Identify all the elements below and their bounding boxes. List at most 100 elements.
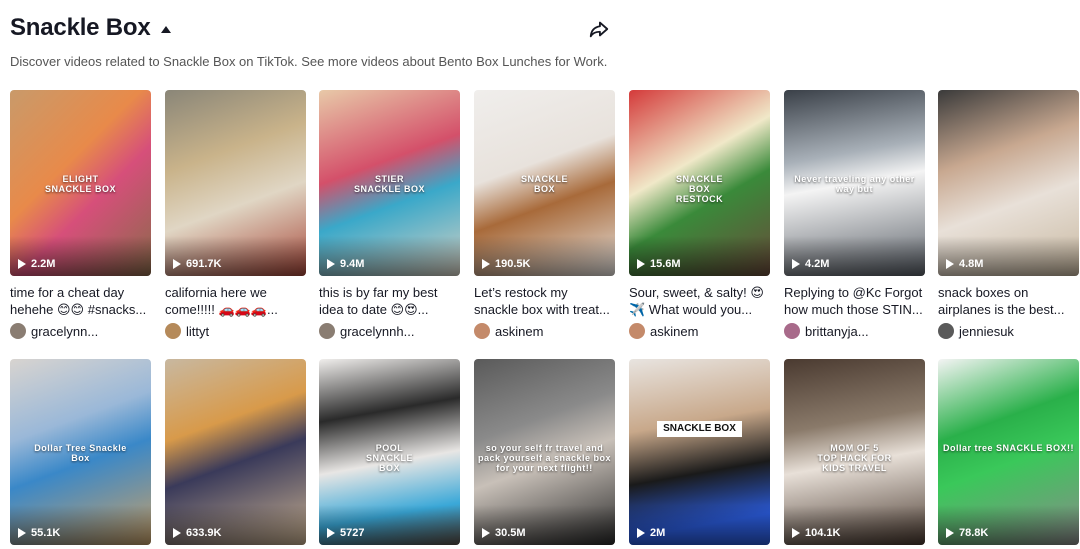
video-caption[interactable]: snack boxes on airplanes is the best... — [938, 284, 1079, 318]
video-card[interactable]: Never traveling any other way but 4.2M Rep… — [784, 90, 925, 339]
play-icon — [792, 528, 800, 538]
video-author[interactable]: gracelynnh... — [319, 323, 460, 339]
author-name[interactable]: jenniesuk — [959, 324, 1014, 339]
video-thumbnail[interactable]: so your self fr travel and pack yourself… — [474, 359, 615, 545]
view-count-text: 2M — [650, 527, 666, 539]
video-caption[interactable]: Replying to @Kc Forgot how much those ST… — [784, 284, 925, 318]
thumbnail-overlay-text: ELIGHT SNACKLE BOX — [44, 174, 116, 194]
video-card[interactable]: Dollar Tree Snackle Box 55.1K — [10, 359, 151, 545]
view-count-text: 78.8K — [959, 527, 989, 539]
video-card[interactable]: 691.7K california here we come!!!!! 🚗🚗🚗..… — [165, 90, 306, 339]
thumbnail-overlay-text: Dollar tree SNACKLE BOX!! — [942, 443, 1075, 453]
view-count: 5727 — [327, 527, 364, 539]
avatar[interactable] — [784, 323, 800, 339]
video-thumbnail[interactable]: STIER SNACKLE BOX 9.4M — [319, 90, 460, 276]
video-thumbnail[interactable]: 633.9K — [165, 359, 306, 545]
video-card[interactable]: SNACKLE BOX 2M — [629, 359, 770, 545]
view-count: 2.2M — [18, 258, 55, 270]
video-thumbnail[interactable]: Dollar tree SNACKLE BOX!! 78.8K — [938, 359, 1079, 545]
video-card[interactable]: SNACKLE BOX 190.5K Let’s restock my snackl… — [474, 90, 615, 339]
thumbnail-shade — [474, 236, 615, 276]
video-thumbnail[interactable]: 691.7K — [165, 90, 306, 276]
avatar[interactable] — [938, 323, 954, 339]
video-author[interactable]: askinem — [474, 323, 615, 339]
video-card[interactable]: 633.9K — [165, 359, 306, 545]
video-card[interactable]: ELIGHT SNACKLE BOX 2.2M time for a cheat d… — [10, 90, 151, 339]
view-count-text: 633.9K — [186, 527, 222, 539]
author-name[interactable]: askinem — [495, 324, 543, 339]
play-icon — [946, 259, 954, 269]
thumbnail-shade — [10, 505, 151, 545]
video-author[interactable]: jenniesuk — [938, 323, 1079, 339]
video-caption[interactable]: Let’s restock my snackle box with treat.… — [474, 284, 615, 318]
video-author[interactable]: askinem — [629, 323, 770, 339]
play-icon — [327, 528, 335, 538]
thumbnail-overlay-text: MOM OF 5 TOP HACK FOR KIDS TRAVEL — [817, 443, 892, 473]
play-icon — [173, 259, 181, 269]
video-author[interactable]: gracelynn... — [10, 323, 151, 339]
video-card[interactable]: 4.8M snack boxes on airplanes is the best… — [938, 90, 1079, 339]
play-icon — [18, 528, 26, 538]
video-caption[interactable]: california here we come!!!!! 🚗🚗🚗... — [165, 284, 306, 318]
view-count-text: 4.2M — [805, 258, 830, 270]
video-thumbnail[interactable]: POOL SNACKLE BOX 5727 — [319, 359, 460, 545]
share-icon[interactable] — [588, 18, 610, 40]
video-caption[interactable]: Sour, sweet, & salty! 😍✈️ What would you… — [629, 284, 770, 318]
thumbnail-shade — [784, 236, 925, 276]
thumbnail-shade — [165, 505, 306, 545]
view-count: 633.9K — [173, 527, 221, 539]
thumbnail-overlay-text: SNACKLE BOX — [629, 421, 770, 437]
video-thumbnail[interactable]: MOM OF 5 TOP HACK FOR KIDS TRAVEL 104.1K — [784, 359, 925, 545]
author-name[interactable]: gracelynnh... — [340, 324, 414, 339]
video-thumbnail[interactable]: ELIGHT SNACKLE BOX 2.2M — [10, 90, 151, 276]
view-count: 4.2M — [792, 258, 829, 270]
video-thumbnail[interactable]: Dollar Tree Snackle Box 55.1K — [10, 359, 151, 545]
thumbnail-overlay-text: POOL SNACKLE BOX — [365, 443, 413, 473]
avatar[interactable] — [629, 323, 645, 339]
play-icon — [637, 259, 645, 269]
author-name[interactable]: askinem — [650, 324, 698, 339]
thumbnail-shade — [319, 505, 460, 545]
video-thumbnail[interactable]: SNACKLE BOX 190.5K — [474, 90, 615, 276]
video-card[interactable]: so your self fr travel and pack yourself… — [474, 359, 615, 545]
view-count-text: 30.5M — [495, 527, 526, 539]
thumbnail-shade — [319, 236, 460, 276]
video-author[interactable]: littyt — [165, 323, 306, 339]
video-card[interactable]: Dollar tree SNACKLE BOX!! 78.8K — [938, 359, 1079, 545]
play-icon — [792, 259, 800, 269]
thumbnail-shade — [474, 505, 615, 545]
video-card[interactable]: MOM OF 5 TOP HACK FOR KIDS TRAVEL 104.1K — [784, 359, 925, 545]
play-icon — [327, 259, 335, 269]
play-icon — [18, 259, 26, 269]
avatar[interactable] — [165, 323, 181, 339]
video-card[interactable]: POOL SNACKLE BOX 5727 — [319, 359, 460, 545]
video-thumbnail[interactable]: SNACKLE BOX 2M — [629, 359, 770, 545]
thumbnail-shade — [629, 236, 770, 276]
view-count-text: 4.8M — [959, 258, 984, 270]
thumbnail-overlay-text: so your self fr travel and pack yourself… — [477, 443, 612, 473]
view-count-text: 691.7K — [186, 258, 222, 270]
thumbnail-shade — [165, 236, 306, 276]
view-count: 4.8M — [946, 258, 983, 270]
thumbnail-shade — [938, 505, 1079, 545]
author-name[interactable]: brittanyja... — [805, 324, 869, 339]
author-name[interactable]: gracelynn... — [31, 324, 98, 339]
author-name[interactable]: littyt — [186, 324, 209, 339]
video-caption[interactable]: this is by far my best idea to date 😊😍..… — [319, 284, 460, 318]
video-card[interactable]: STIER SNACKLE BOX 9.4M this is by far my b… — [319, 90, 460, 339]
video-thumbnail[interactable]: Never traveling any other way but 4.2M — [784, 90, 925, 276]
video-thumbnail[interactable]: SNACKLE BOX RESTOCK 15.6M — [629, 90, 770, 276]
thumbnail-shade — [10, 236, 151, 276]
view-count-text: 190.5K — [495, 258, 531, 270]
avatar[interactable] — [319, 323, 335, 339]
video-card[interactable]: SNACKLE BOX RESTOCK 15.6M Sour, sweet, & s… — [629, 90, 770, 339]
view-count-text: 5727 — [340, 527, 365, 539]
avatar[interactable] — [474, 323, 490, 339]
thumbnail-overlay-text: Dollar Tree Snackle Box — [34, 443, 127, 463]
video-caption[interactable]: time for a cheat day hehehe 😊😊 #snacks..… — [10, 284, 151, 318]
view-count: 55.1K — [18, 527, 60, 539]
video-author[interactable]: brittanyja... — [784, 323, 925, 339]
video-thumbnail[interactable]: 4.8M — [938, 90, 1079, 276]
avatar[interactable] — [10, 323, 26, 339]
page-header: Snackle Box — [10, 14, 171, 42]
